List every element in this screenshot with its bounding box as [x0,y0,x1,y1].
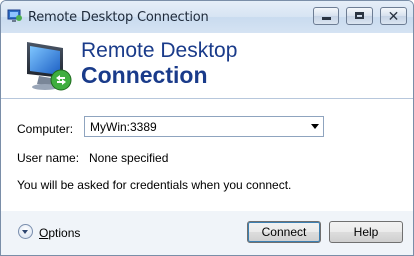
banner-title-line2: Connection [81,62,208,88]
minimize-icon [322,17,331,20]
minimize-button[interactable] [313,7,339,25]
banner-title-line1: Remote Desktop [81,39,238,62]
computer-label: Computer: [17,122,74,136]
title-bar[interactable]: Remote Desktop Connection ✕ [1,1,413,33]
username-label: User name: [17,151,80,165]
rdc-window: Remote Desktop Connection ✕ Remote Deskt… [0,0,414,256]
app-icon [7,9,22,22]
chevron-down-icon[interactable] [311,124,319,129]
options-toggle[interactable]: Options [39,226,80,240]
options-accelerator: O [39,226,49,240]
connection-form: Computer: MyWin:3389 User name: None spe… [1,99,413,211]
computer-combobox[interactable]: MyWin:3389 [84,116,324,137]
credentials-note: You will be asked for credentials when y… [17,178,292,192]
expand-chevron-icon[interactable] [18,224,33,239]
close-icon: ✕ [387,8,400,24]
close-button[interactable]: ✕ [380,7,407,25]
footer: Options Connect Help [1,211,413,255]
banner: Remote Desktop Connection [1,33,413,98]
remote-desktop-monitor-icon [27,42,72,91]
maximize-button[interactable] [346,7,373,25]
maximize-icon [355,12,364,19]
window-title: Remote Desktop Connection [28,10,209,25]
options-label-rest: ptions [48,226,81,240]
connect-button[interactable]: Connect [247,221,321,243]
computer-value[interactable]: MyWin:3389 [90,120,157,134]
username-value: None specified [89,151,169,165]
help-button[interactable]: Help [329,221,403,243]
